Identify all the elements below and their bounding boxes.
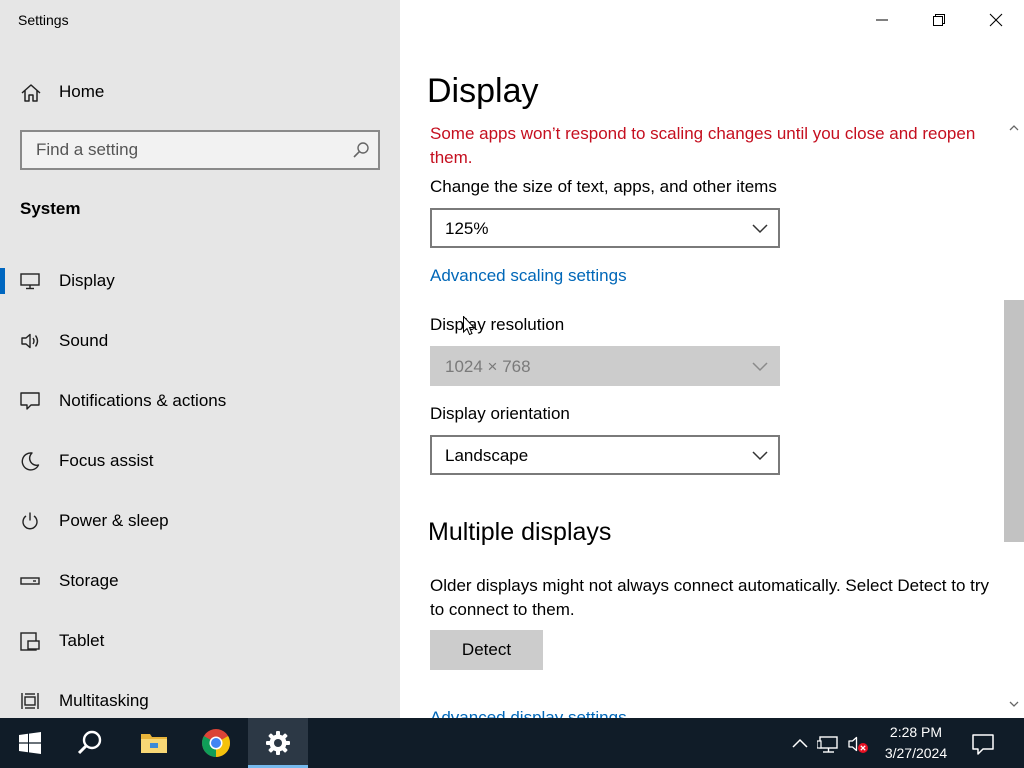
volume-muted-icon[interactable] bbox=[846, 732, 870, 756]
search-taskbar-button[interactable] bbox=[60, 718, 120, 768]
storage-icon bbox=[19, 570, 41, 592]
chrome-button[interactable] bbox=[186, 718, 246, 768]
orientation-label: Display orientation bbox=[430, 404, 570, 423]
sidebar-item-notifications[interactable]: Notifications & actions bbox=[0, 376, 400, 426]
advanced-display-link[interactable]: Advanced display settings bbox=[430, 707, 627, 718]
home-nav-item[interactable]: Home bbox=[0, 72, 400, 112]
speaker-icon bbox=[19, 330, 41, 352]
sidebar-item-sound[interactable]: Sound bbox=[0, 316, 400, 366]
mouse-cursor-icon bbox=[463, 316, 475, 336]
window-controls bbox=[853, 0, 1024, 40]
section-title: System bbox=[20, 199, 81, 218]
home-label: Home bbox=[59, 82, 105, 101]
scale-value: 125% bbox=[445, 219, 489, 238]
advanced-scaling-link[interactable]: Advanced scaling settings bbox=[430, 266, 627, 286]
resolution-value: 1024 × 768 bbox=[445, 357, 531, 376]
resolution-dropdown: 1024 × 768 bbox=[430, 346, 780, 386]
multiple-displays-text: Older displays might not always connect … bbox=[430, 576, 990, 619]
multitasking-icon bbox=[19, 690, 41, 712]
restore-button[interactable] bbox=[910, 0, 967, 40]
chrome-icon bbox=[202, 729, 230, 757]
sidebar-item-label: Multitasking bbox=[59, 691, 149, 710]
taskbar: 2:28 PM 3/27/2024 bbox=[0, 718, 1024, 768]
search-icon[interactable] bbox=[352, 141, 370, 159]
scaling-warning: Some apps won’t respond to scaling chang… bbox=[430, 124, 976, 167]
sidebar: Settings Home System Display Sound Notif… bbox=[0, 0, 400, 718]
sidebar-item-label: Focus assist bbox=[59, 451, 154, 470]
windows-logo-icon bbox=[19, 732, 41, 754]
sidebar-item-storage[interactable]: Storage bbox=[0, 556, 400, 606]
scroll-down-icon[interactable] bbox=[1009, 700, 1019, 708]
taskbar-clock[interactable]: 2:28 PM 3/27/2024 bbox=[872, 722, 960, 764]
scale-label: Change the size of text, apps, and other… bbox=[430, 177, 777, 196]
close-button[interactable] bbox=[967, 0, 1024, 40]
scale-dropdown[interactable]: 125% bbox=[430, 208, 780, 248]
scroll-up-icon[interactable] bbox=[1009, 124, 1019, 132]
multiple-displays-heading: Multiple displays bbox=[428, 518, 612, 546]
sidebar-item-label: Storage bbox=[59, 571, 119, 590]
sidebar-item-display[interactable]: Display bbox=[0, 256, 400, 306]
sidebar-item-tablet[interactable]: Tablet bbox=[0, 616, 400, 666]
sidebar-item-focus-assist[interactable]: Focus assist bbox=[0, 436, 400, 486]
app-title: Settings bbox=[18, 12, 69, 28]
minimize-button[interactable] bbox=[853, 0, 910, 40]
home-icon bbox=[20, 82, 42, 104]
file-explorer-button[interactable] bbox=[124, 718, 184, 768]
search-icon bbox=[77, 730, 102, 755]
folder-icon bbox=[141, 734, 167, 753]
sidebar-item-power-sleep[interactable]: Power & sleep bbox=[0, 496, 400, 546]
detect-button[interactable]: Detect bbox=[430, 630, 543, 670]
minimize-icon bbox=[875, 19, 888, 21]
main-content: Display Some apps won’t respond to scali… bbox=[400, 0, 1024, 718]
chevron-down-icon bbox=[752, 451, 768, 461]
orientation-dropdown[interactable]: Landscape bbox=[430, 435, 780, 475]
message-icon bbox=[19, 390, 41, 412]
gear-icon bbox=[266, 731, 290, 755]
sidebar-item-label: Tablet bbox=[59, 631, 105, 650]
start-button[interactable] bbox=[0, 718, 60, 768]
sidebar-item-label: Power & sleep bbox=[59, 511, 169, 530]
sidebar-item-label: Sound bbox=[59, 331, 109, 350]
monitor-icon bbox=[19, 270, 41, 292]
search-box[interactable] bbox=[20, 130, 380, 170]
settings-taskbar-button[interactable] bbox=[248, 718, 308, 768]
vertical-scrollbar[interactable] bbox=[1004, 120, 1024, 718]
page-title: Display bbox=[427, 72, 539, 110]
scroll-thumb[interactable] bbox=[1004, 300, 1024, 542]
tablet-icon bbox=[19, 630, 41, 652]
clock-date: 3/27/2024 bbox=[884, 745, 948, 761]
sidebar-item-label: Display bbox=[59, 271, 115, 290]
moon-icon bbox=[19, 450, 41, 472]
restore-icon bbox=[932, 14, 945, 26]
clock-time: 2:28 PM bbox=[889, 724, 943, 740]
resolution-label: Display resolution bbox=[430, 315, 565, 334]
close-icon bbox=[989, 13, 1002, 27]
chevron-down-icon bbox=[752, 224, 768, 234]
sidebar-item-label: Notifications & actions bbox=[59, 391, 227, 410]
orientation-value: Landscape bbox=[445, 446, 529, 465]
action-center-icon[interactable] bbox=[968, 730, 998, 758]
chevron-up-icon[interactable] bbox=[788, 732, 812, 756]
network-icon[interactable] bbox=[817, 732, 841, 756]
power-icon bbox=[19, 510, 41, 532]
chevron-down-icon bbox=[752, 362, 768, 372]
search-input[interactable] bbox=[22, 132, 342, 168]
